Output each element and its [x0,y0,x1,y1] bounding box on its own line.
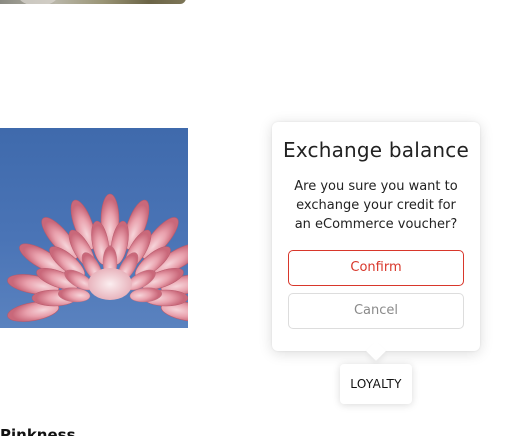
dahlia-illustration [7,193,188,322]
confirm-button[interactable]: Confirm [288,250,464,286]
dialog-message: Are you sure you want to exchange your c… [294,179,458,232]
cancel-button[interactable]: Cancel [288,293,464,329]
flower-photo [0,128,188,328]
top-photo-highlight [18,0,58,4]
top-photo [0,0,186,4]
dialog-title: Exchange balance [282,138,470,162]
page: Pinkness Exchange balance Are you sure y… [0,0,507,436]
exchange-balance-dialog: Exchange balance Are you sure you want t… [272,122,480,351]
loyalty-tab-button[interactable]: LOYALTY [340,364,412,404]
section-heading-partial: Pinkness [0,426,76,436]
